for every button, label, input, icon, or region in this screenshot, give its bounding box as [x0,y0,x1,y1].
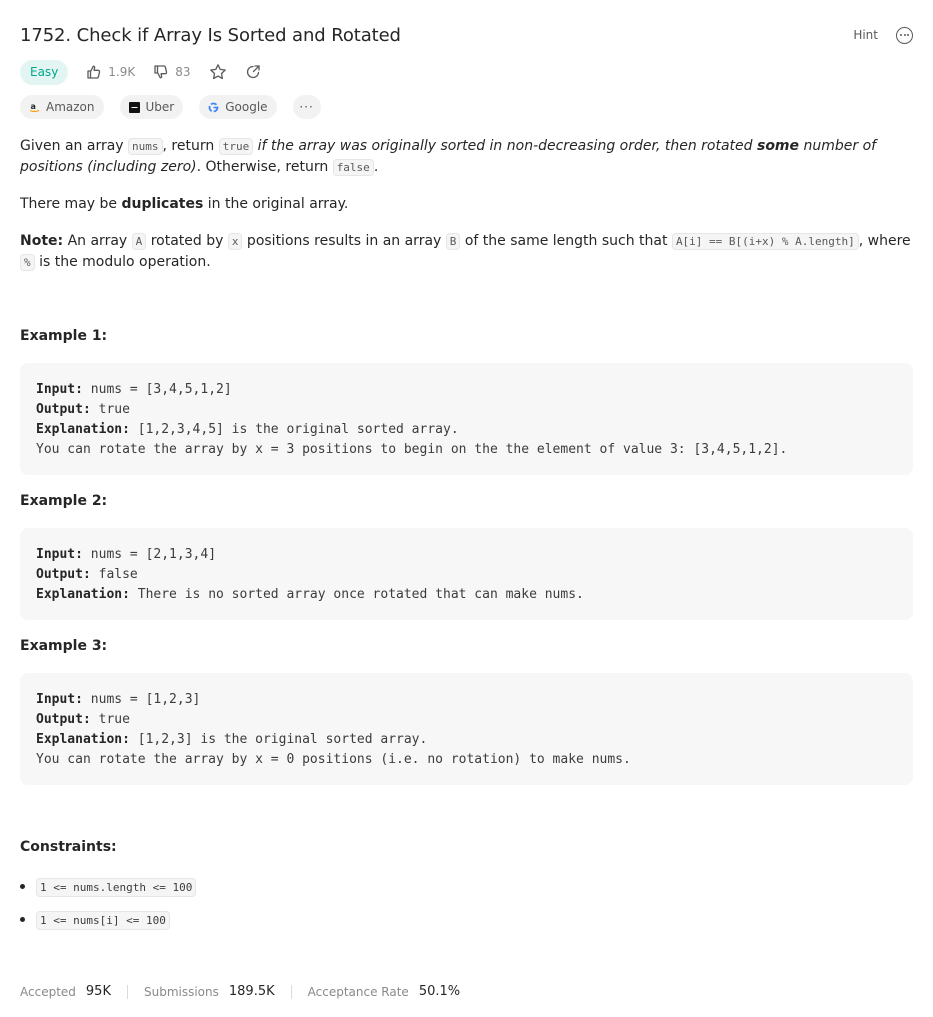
text: some [756,138,800,154]
inline-code: true [218,138,254,155]
more-circle-icon[interactable] [896,26,913,44]
explanation-label: Explanation: [36,587,130,602]
text: An array [63,233,132,249]
problem-title: 1752. Check if Array Is Sorted and Rotat… [20,24,401,46]
tag-label: Amazon [46,100,95,114]
example-input: nums = [1,2,3] [82,692,201,707]
explanation-label: Explanation: [36,422,130,437]
text: of the same length such that [460,233,672,249]
text: , return [162,138,219,154]
google-logo-icon [208,102,219,112]
inline-code: A[i] == B[(i+x) % A.length] [671,233,859,250]
constraint-code: 1 <= nums[i] <= 100 [36,910,170,930]
description-paragraph: There may be duplicates in the original … [20,194,913,215]
constraint-code: 1 <= nums.length <= 100 [36,877,197,897]
note-label: Note: [20,233,64,249]
tag-amazon[interactable]: a Amazon [20,95,104,119]
example-title: Example 2: [20,493,108,509]
amazon-logo-icon: a [29,102,40,112]
accepted-label: Accepted [20,984,76,999]
example-block: Input: nums = [1,2,3] Output: true Expla… [20,673,913,785]
constraints-title: Constraints: [20,839,117,855]
tag-label: Uber [145,100,175,114]
problem-page: 1752. Check if Array Is Sorted and Rotat… [0,0,933,1017]
inline-code: x [227,233,243,250]
inline-code: B [445,233,461,250]
example-explanation: [1,2,3,4,5] is the original sorted array… [129,422,459,437]
submission-stats: Accepted 95K Submissions 189.5K Acceptan… [20,984,460,999]
example-explanation: [1,2,3] is the original sorted array. [129,732,428,747]
example-output: true [90,712,130,727]
text: , where [858,233,911,249]
thumbs-down-icon [154,65,168,79]
like-count: 1.9K [108,65,136,79]
problem-header: 1752. Check if Array Is Sorted and Rotat… [20,22,913,48]
submissions-value: 189.5K [228,984,275,999]
list-item: 1 <= nums.length <= 100 [20,876,197,898]
divider [126,984,128,999]
share-button[interactable] [245,64,261,80]
text: . [373,159,379,175]
more-tags-button[interactable]: ··· [292,95,321,119]
text: positions results in an array [242,233,446,249]
explanation-label: Explanation: [36,732,130,747]
problem-stats: Easy 1.9K 83 [20,59,261,85]
tag-uber[interactable]: Uber [119,95,184,119]
acceptance-rate-label: Acceptance Rate [307,984,409,999]
note-paragraph: Note: An array A rotated by x positions … [20,231,913,273]
output-label: Output: [36,402,91,417]
input-label: Input: [36,692,83,707]
dislike-count: 83 [175,65,191,79]
text: Given an array [20,138,129,154]
inline-code: false [332,159,374,176]
problem-description: Given an array nums, return true if the … [20,136,913,289]
svg-text:a: a [31,102,36,111]
tag-label: Google [225,100,268,114]
uber-logo-icon [128,101,140,113]
input-label: Input: [36,547,83,562]
example-title: Example 1: [20,328,108,344]
input-label: Input: [36,382,83,397]
inline-code: nums [128,138,163,155]
output-label: Output: [36,712,91,727]
example-input: nums = [2,1,3,4] [82,547,217,562]
tag-google[interactable]: Google [199,95,277,119]
example-output: true [90,402,130,417]
example-title: Example 3: [20,638,108,654]
company-tags: a Amazon Uber Google ··· [20,95,321,119]
text: if the array was originally sorted in no… [257,138,757,154]
header-actions: Hint [853,26,913,44]
constraints-list: 1 <= nums.length <= 100 1 <= nums[i] <= … [20,876,197,942]
inline-code: % [20,254,35,271]
example-output: false [90,567,138,582]
text: duplicates [121,196,204,212]
difficulty-badge: Easy [20,59,69,85]
hint-button[interactable]: Hint [853,28,878,42]
text: . Otherwise, return [196,159,333,175]
example-explanation-cont: You can rotate the array by x = 0 positi… [36,752,631,767]
example-explanation: There is no sorted array once rotated th… [129,587,584,602]
share-icon [246,65,260,79]
acceptance-rate-value: 50.1% [418,984,461,999]
inline-code: A [131,233,147,250]
example-block: Input: nums = [2,1,3,4] Output: false Ex… [20,528,913,620]
list-item: 1 <= nums[i] <= 100 [20,909,196,931]
star-icon [209,64,226,80]
thumbs-up-icon [87,65,101,79]
output-label: Output: [36,567,91,582]
submissions-label: Submissions [143,984,219,999]
text: is the modulo operation. [34,254,211,270]
divider [290,984,292,999]
like-button[interactable]: 1.9K [86,64,135,80]
example-block: Input: nums = [3,4,5,1,2] Output: true E… [20,363,913,475]
description-paragraph: Given an array nums, return true if the … [20,136,913,178]
accepted-value: 95K [85,984,111,999]
favorite-button[interactable] [209,63,227,81]
text: rotated by [146,233,228,249]
example-input: nums = [3,4,5,1,2] [82,382,232,397]
text: There may be [20,196,122,212]
text: in the original array. [203,196,349,212]
example-explanation-cont: You can rotate the array by x = 3 positi… [36,442,788,457]
dislike-button[interactable]: 83 [153,64,191,80]
